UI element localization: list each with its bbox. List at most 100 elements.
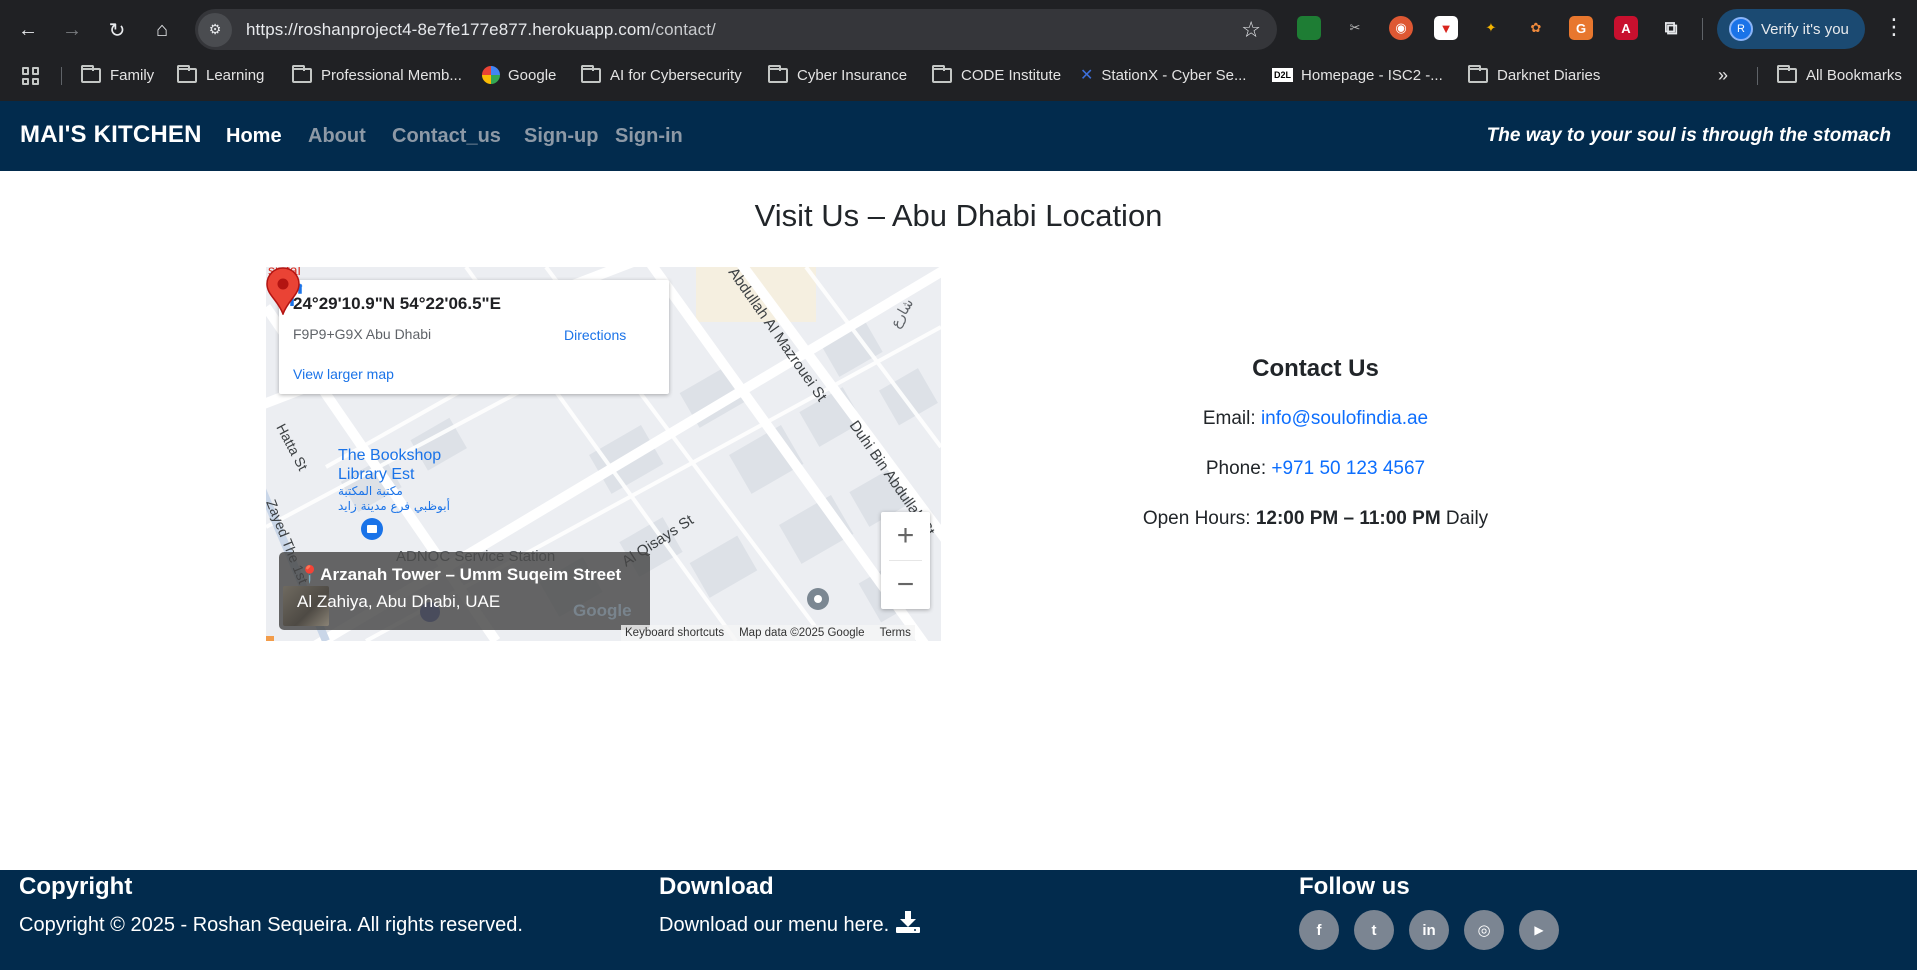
d2l-icon: D2L (1272, 68, 1294, 82)
contact-heading: Contact Us (1252, 355, 1379, 382)
page-title: Visit Us – Abu Dhabi Location (754, 198, 1163, 233)
url-text[interactable]: https://roshanproject4-8e7fe177e877.hero… (246, 20, 716, 40)
bookmark-learning[interactable]: Learning (177, 59, 264, 91)
bookmark-label: Homepage - ISC2 -... (1301, 66, 1443, 84)
contact-phone-line: Phone: +971 50 123 4567 (1030, 458, 1601, 480)
bookmark-label: Google (508, 66, 557, 84)
google-icon (482, 66, 500, 84)
youtube-icon[interactable]: ▶ (1519, 910, 1559, 950)
bookmark-label: Cyber Insurance (797, 66, 908, 84)
browser-menu-icon[interactable]: ⋮ (1883, 14, 1905, 40)
bookmark-ai-cybersecurity[interactable]: AI for Cybersecurity (581, 59, 742, 91)
contact-hours-line: Open Hours: 12:00 PM – 11:00 PM Daily (1030, 508, 1601, 530)
nav-home[interactable]: Home (226, 125, 282, 148)
bookmarks-divider (61, 67, 62, 85)
folder-icon (177, 64, 197, 83)
verify-profile-button[interactable]: R Verify it's you (1717, 9, 1865, 49)
map-data-text: Map data ©2025 Google (739, 627, 865, 639)
browser-chrome: ← → ↻ ⌂ ⚙ https://roshanproject4-8e7fe17… (0, 0, 1917, 101)
bookmarks-overflow-icon[interactable]: » (1718, 59, 1728, 91)
download-icon[interactable] (896, 911, 920, 933)
bookmark-label: All Bookmarks (1806, 66, 1902, 84)
zoom-in-button[interactable]: + (881, 512, 930, 560)
extension-duckduckgo-icon[interactable]: ◉ (1389, 16, 1413, 40)
map-label-bookshop-1: The Bookshop (338, 447, 441, 464)
bookmark-family[interactable]: Family (81, 59, 154, 91)
copyright-heading: Copyright (19, 873, 133, 900)
google-map-embed[interactable]: spital The Bookshop Library Est مكتبة ال… (266, 267, 941, 641)
map-info-card: 24°29'10.9"N 54°22'06.5"E F9P9+G9X Abu D… (279, 280, 669, 394)
hours-value: 12:00 PM – 11:00 PM (1255, 508, 1441, 529)
bookmark-label: StationX - Cyber Se... (1101, 66, 1247, 84)
email-link[interactable]: info@soulofindia.ae (1261, 408, 1428, 429)
phone-label: Phone: (1205, 458, 1272, 479)
nav-contact[interactable]: Contact_us (392, 125, 501, 148)
reload-button[interactable]: ↻ (101, 14, 133, 46)
twitter-icon[interactable]: t (1354, 910, 1394, 950)
folder-icon (932, 64, 952, 83)
nav-signup[interactable]: Sign-up (524, 125, 598, 148)
instagram-icon[interactable]: ◎ (1464, 910, 1504, 950)
directions-link[interactable]: Directions (564, 327, 626, 343)
download-menu-link[interactable]: Download our menu here. (659, 914, 889, 937)
place-subtitle: Al Zahiya, Abu Dhabi, UAE (297, 592, 501, 611)
bookmark-stationx[interactable]: ✕ StationX - Cyber Se... (1080, 59, 1246, 91)
extension-pocket-icon[interactable]: ▼ (1434, 16, 1458, 40)
verify-label: Verify it's you (1761, 20, 1849, 38)
forward-button[interactable]: → (56, 14, 88, 46)
folder-icon (292, 64, 312, 83)
view-larger-map-link[interactable]: View larger map (293, 366, 394, 382)
facebook-icon[interactable]: f (1299, 910, 1339, 950)
map-pin-icon[interactable] (266, 267, 300, 315)
map-coordinates: 24°29'10.9"N 54°22'06.5"E (293, 294, 501, 313)
contact-section: Contact Us Email: info@soulofindia.ae Ph… (1030, 355, 1601, 529)
folder-icon (581, 64, 601, 83)
map-label-bookshop-ar-1: مكتبة المكتبة (338, 484, 403, 498)
bookmarks-divider (1757, 67, 1758, 85)
google-logo: Google (573, 601, 632, 620)
bookmarks-bar: Family Learning Professional Memb... Goo… (0, 59, 1917, 101)
bookmark-isc2[interactable]: D2L Homepage - ISC2 -... (1272, 59, 1443, 91)
bookmark-darknet-diaries[interactable]: Darknet Diaries (1468, 59, 1600, 91)
home-button[interactable]: ⌂ (146, 14, 178, 46)
bookmark-google[interactable]: Google (482, 59, 556, 91)
terms-link[interactable]: Terms (880, 627, 911, 639)
bookmark-cyber-insurance[interactable]: Cyber Insurance (768, 59, 907, 91)
extension-scissors-icon[interactable]: ✂ (1343, 16, 1367, 40)
place-title: 📍Arzanah Tower – Umm Suqeim Street (299, 565, 621, 585)
extension-pdf-icon[interactable]: A (1614, 16, 1638, 40)
all-bookmarks[interactable]: All Bookmarks (1777, 59, 1902, 91)
bookmark-label: Darknet Diaries (1497, 66, 1601, 84)
hours-suffix: Daily (1440, 508, 1489, 529)
copyright-text: Copyright © 2025 - Roshan Sequeira. All … (19, 914, 523, 936)
folder-icon (1468, 64, 1488, 83)
map-label-bookshop-ar-2: أبوظبي فرع مدينة زايد (338, 498, 450, 514)
brand-logo[interactable]: MAI'S KITCHEN (20, 121, 202, 149)
bookmark-professional[interactable]: Professional Memb... (292, 59, 462, 91)
back-button[interactable]: ← (12, 14, 44, 46)
profile-avatar: R (1729, 17, 1753, 41)
bookmark-label: Family (110, 66, 155, 84)
nav-signin[interactable]: Sign-in (615, 125, 683, 148)
keyboard-shortcuts-link[interactable]: Keyboard shortcuts (625, 627, 724, 639)
linkedin-icon[interactable]: in (1409, 910, 1449, 950)
url-path: /contact/ (650, 19, 716, 39)
folder-icon (1777, 64, 1797, 83)
extension-grammarly-icon[interactable]: G (1569, 16, 1593, 40)
zoom-out-button[interactable]: − (881, 561, 930, 609)
bookmark-label: Learning (206, 66, 265, 84)
stationx-icon: ✕ (1080, 67, 1094, 84)
phone-link[interactable]: +971 50 123 4567 (1271, 458, 1425, 479)
apps-grid-icon[interactable] (22, 67, 40, 85)
nav-about[interactable]: About (308, 125, 366, 148)
map-attribution: Keyboard shortcuts Map data ©2025 Google… (621, 625, 915, 641)
extensions-puzzle-icon[interactable]: ⧉ (1659, 16, 1683, 40)
bookmark-star-icon[interactable]: ☆ (1241, 17, 1261, 43)
extension-film-icon[interactable]: ✿ (1524, 16, 1548, 40)
site-footer: Copyright Copyright © 2025 - Roshan Sequ… (0, 870, 1917, 970)
extension-pinwheel-icon[interactable]: ✦ (1479, 16, 1503, 40)
bookmark-code-institute[interactable]: CODE Institute (932, 59, 1061, 91)
address-bar[interactable]: ⚙ https://roshanproject4-8e7fe177e877.he… (195, 9, 1277, 50)
extension-green-icon[interactable] (1297, 16, 1321, 40)
site-info-icon[interactable]: ⚙ (198, 12, 232, 47)
